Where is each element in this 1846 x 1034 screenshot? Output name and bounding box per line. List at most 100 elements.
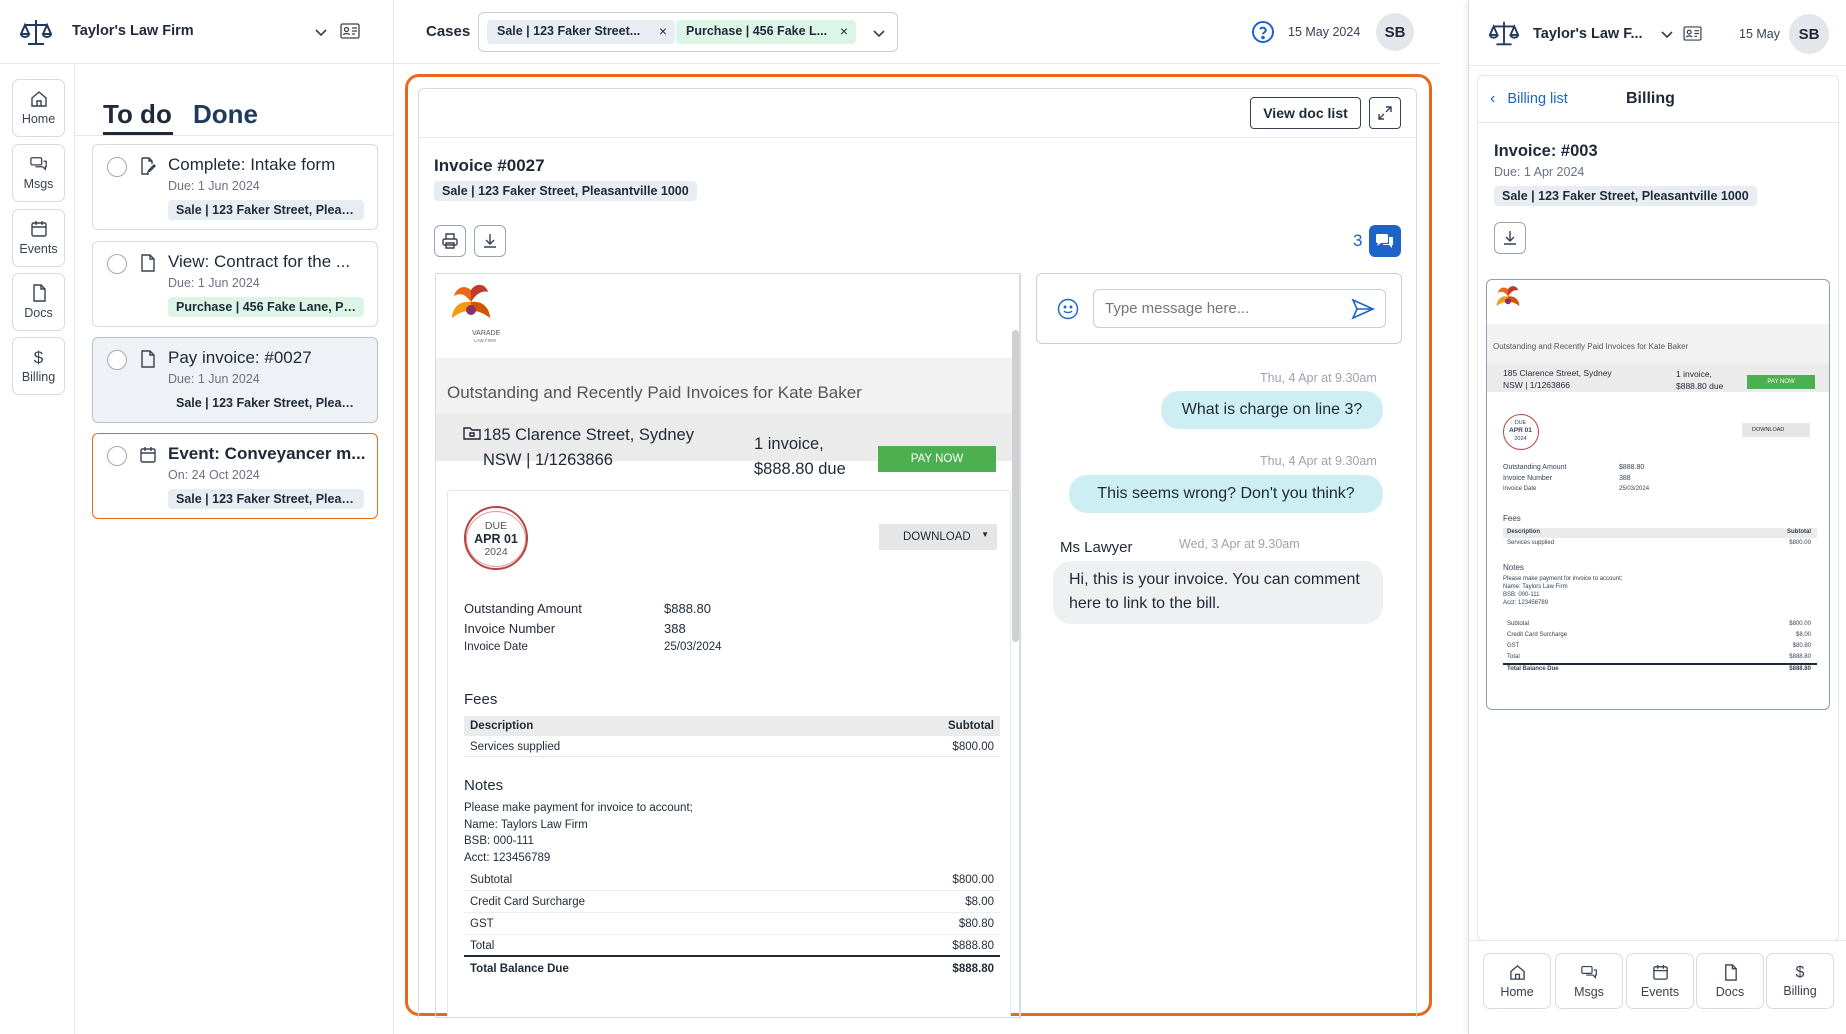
mobile-firm-name: Taylor's Law F... xyxy=(1533,26,1643,42)
mobile-download-button[interactable] xyxy=(1494,222,1526,254)
totals-label: Subtotal xyxy=(470,874,513,886)
mini-download-dropdown[interactable]: DOWNLOAD xyxy=(1742,423,1810,437)
back-link[interactable]: ‹ Billing list xyxy=(1490,90,1568,108)
nav-label: Docs xyxy=(24,306,53,320)
totals-value: $800.00 xyxy=(952,874,994,886)
todo-checkbox[interactable] xyxy=(107,446,127,466)
tab-todo[interactable]: To do xyxy=(103,99,172,130)
download-icon xyxy=(1504,231,1516,245)
fees-col-sub: Subtotal xyxy=(948,720,994,732)
messages-icon xyxy=(1580,965,1597,979)
nav-events[interactable]: Events xyxy=(12,209,65,267)
message-input[interactable] xyxy=(1093,289,1386,328)
nav-home[interactable]: Home xyxy=(12,79,65,137)
contact-card-icon[interactable] xyxy=(1683,26,1702,41)
bottom-nav-home[interactable]: Home xyxy=(1483,953,1551,1009)
fees-col-desc: Description xyxy=(470,720,534,732)
case-chip-label: Purchase | 456 Fake L... xyxy=(686,24,828,38)
notes-body: Please make payment for invoice to accou… xyxy=(464,800,693,866)
cases-label: Cases xyxy=(426,23,471,40)
case-selector[interactable]: Sale | 123 Faker Street... × Purchase | … xyxy=(478,12,898,52)
help-circle-icon[interactable] xyxy=(1251,20,1275,44)
doc-heading: Outstanding and Recently Paid Invoices f… xyxy=(447,383,862,402)
mini-download-label: DOWNLOAD xyxy=(1752,427,1785,433)
nav-msgs[interactable]: Msgs xyxy=(12,144,65,202)
case-chip[interactable]: Sale | 123 Faker Street... × xyxy=(487,20,675,44)
invoice-number-label: Invoice Number xyxy=(464,621,556,636)
mini-row-label: Outstanding Amount xyxy=(1503,464,1567,471)
mobile-avatar[interactable]: SB xyxy=(1789,14,1829,54)
mini-due-year: 2024 xyxy=(1514,436,1527,442)
pay-now-button[interactable]: PAY NOW xyxy=(878,446,996,472)
totals-row: GST $80.80 xyxy=(464,913,1000,935)
calendar-icon xyxy=(1652,964,1668,980)
todo-checkbox[interactable] xyxy=(107,350,127,370)
chevron-down-icon[interactable] xyxy=(1660,27,1674,41)
notes-line: Please make payment for invoice to accou… xyxy=(464,802,693,814)
calendar-icon xyxy=(30,221,47,237)
nav-billing[interactable]: $ Billing xyxy=(12,337,65,395)
message-time: Thu, 4 Apr at 9.30am xyxy=(1260,454,1377,468)
bottom-nav-label: Msgs xyxy=(1574,984,1604,999)
mini-balance-label: Total Balance Due xyxy=(1507,666,1559,672)
bottom-nav-events[interactable]: Events xyxy=(1626,953,1694,1009)
tab-done[interactable]: Done xyxy=(193,99,258,130)
doc-download-label: DOWNLOAD xyxy=(903,531,971,543)
mini-summary: $888.80 due xyxy=(1676,381,1724,391)
totals-table: Subtotal $800.00 Credit Card Surcharge $8.… xyxy=(464,869,1000,979)
todo-item-selected[interactable]: Pay invoice: #0027 Due: 1 Jun 2024 Sale … xyxy=(92,337,378,423)
doc-address: 185 Clarence Street, Sydney NSW | 1/1263… xyxy=(483,426,694,469)
emoji-icon[interactable] xyxy=(1057,298,1079,320)
todo-checkbox[interactable] xyxy=(107,157,127,177)
message-time: Thu, 4 Apr at 9.30am xyxy=(1260,371,1377,385)
mini-pay-now-button[interactable]: PAY NOW xyxy=(1747,375,1815,389)
mini-fees-desc: Description xyxy=(1507,529,1541,535)
todo-title: View: Contract for the ... xyxy=(168,252,351,271)
send-icon[interactable] xyxy=(1351,298,1375,320)
chevron-down-icon[interactable] xyxy=(872,26,886,40)
totals-row: Credit Card Surcharge $8.00 xyxy=(464,891,1000,913)
mini-notes-line: Name: Taylors Law Firm xyxy=(1503,584,1568,590)
firm-name: Taylor's Law Firm xyxy=(72,23,194,39)
download-button[interactable] xyxy=(474,225,506,257)
todo-checkbox[interactable] xyxy=(107,254,127,274)
messages-icon xyxy=(29,157,47,171)
todo-item-event[interactable]: Event: Conveyancer m... On: 24 Oct 2024 … xyxy=(92,433,378,519)
bottom-nav-billing[interactable]: $ Billing xyxy=(1766,953,1834,1009)
print-button[interactable] xyxy=(434,225,466,257)
chevron-down-icon[interactable] xyxy=(314,25,328,39)
nav-docs[interactable]: Docs xyxy=(12,273,65,331)
doc-download-dropdown[interactable]: DOWNLOAD ▼ xyxy=(879,524,997,550)
mini-totals-label: GST xyxy=(1507,643,1520,649)
bottom-nav-label: Events xyxy=(1640,984,1680,999)
bottom-nav-msgs[interactable]: Msgs xyxy=(1555,953,1623,1009)
mini-fees-heading: Fees xyxy=(1503,514,1521,523)
case-chip[interactable]: Purchase | 456 Fake L... × xyxy=(676,20,856,44)
nav-label: Billing xyxy=(21,369,56,384)
invoice-document: VARADE LAW FIRM Outstanding and Recently… xyxy=(435,273,1021,1018)
mini-notes-line: BSB: 000-111 xyxy=(1503,592,1540,598)
avatar[interactable]: SB xyxy=(1376,13,1414,51)
nav-label: Home xyxy=(21,112,56,126)
todo-tag: Sale | 123 Faker Street, Pleasa... xyxy=(168,489,364,509)
back-label: Billing list xyxy=(1507,91,1568,107)
todo-item[interactable]: Complete: Intake form Due: 1 Jun 2024 Sa… xyxy=(92,144,378,230)
document-icon xyxy=(141,254,155,272)
close-icon[interactable]: × xyxy=(659,23,667,39)
close-icon[interactable]: × xyxy=(840,23,848,39)
mini-fees-header xyxy=(1503,528,1817,538)
bottom-nav-docs[interactable]: Docs xyxy=(1696,953,1764,1009)
doc-scrollbar[interactable] xyxy=(1012,330,1019,642)
bottom-nav-label: Billing xyxy=(1783,984,1817,998)
chat-bubbles-icon xyxy=(1376,234,1393,248)
view-doc-list-button[interactable]: View doc list xyxy=(1250,97,1361,129)
mini-due-date: APR 01 xyxy=(1509,427,1532,434)
notes-heading: Notes xyxy=(464,777,504,794)
logo-text: VARADE xyxy=(472,330,501,337)
expand-button[interactable] xyxy=(1369,97,1401,129)
contact-card-icon[interactable] xyxy=(340,23,360,39)
firm-logo-icon xyxy=(452,284,490,318)
comments-toggle-button[interactable] xyxy=(1369,225,1401,257)
todo-item[interactable]: View: Contract for the ... Due: 1 Jun 20… xyxy=(92,241,378,327)
mini-totals-label: Subtotal xyxy=(1507,621,1530,627)
